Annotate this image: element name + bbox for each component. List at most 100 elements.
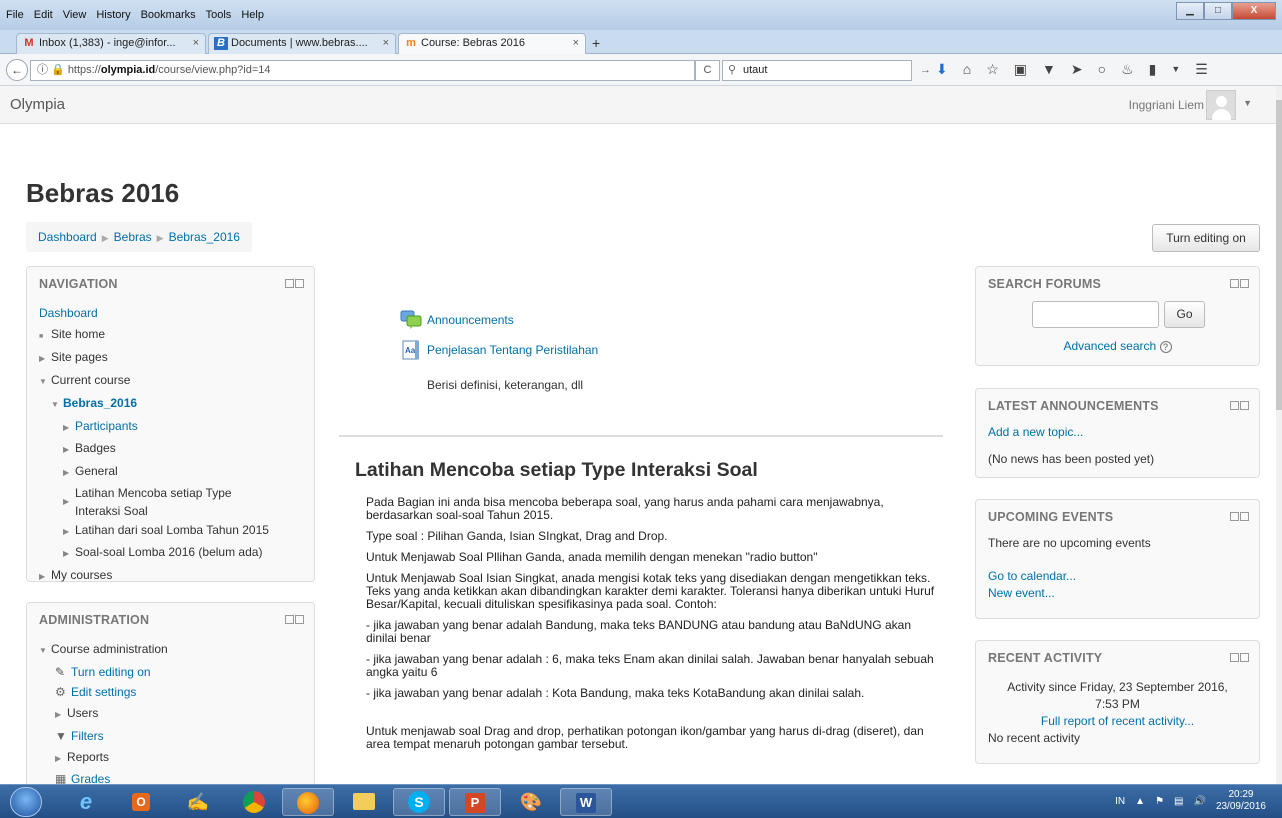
search-go-icon[interactable]: → [920,61,931,80]
nav-general[interactable]: ▶ General [39,461,269,484]
collapse-icon[interactable] [1230,653,1239,662]
back-button[interactable]: ← [6,59,28,81]
nav-current-course[interactable]: ▼ Current course [39,370,269,393]
collapse-icon[interactable] [285,279,294,288]
collapse-icon[interactable] [1230,401,1239,410]
outlook-icon[interactable]: O [115,788,167,816]
menu-edit[interactable]: Edit [34,9,53,21]
block-controls[interactable] [1229,512,1249,523]
site-name[interactable]: Olympia [10,96,65,113]
advanced-search-link[interactable]: Advanced search [1063,339,1156,353]
breadcrumb-dashboard[interactable]: Dashboard [38,230,97,244]
chrome-icon[interactable] [228,788,280,816]
advanced-search[interactable]: Advanced search ? [976,339,1259,353]
minimize-button[interactable]: ▁ [1176,2,1204,20]
page-scrollbar[interactable] [1276,86,1282,784]
firefox-icon[interactable] [282,788,334,816]
block-controls[interactable] [1229,279,1249,290]
menu-help[interactable]: Help [241,9,264,21]
download-icon[interactable]: ⬇ [936,61,948,78]
maximize-button[interactable]: □ [1204,2,1232,20]
close-tab-icon[interactable]: × [383,34,389,53]
tab-course[interactable]: m Course: Bebras 2016 × [398,33,586,54]
search-forums-input[interactable] [1032,301,1159,328]
breadcrumb-bebras-2016[interactable]: Bebras_2016 [169,230,240,244]
nav-dashboard[interactable]: Dashboard [39,303,269,324]
full-report-link[interactable]: Full report of recent activity... [976,713,1259,730]
dock-icon[interactable] [1240,401,1249,410]
turn-editing-on-button[interactable]: Turn editing on [1152,224,1260,252]
nav-participants[interactable]: ▶ Participants [39,416,269,439]
dock-icon[interactable] [295,615,304,624]
bookmark-star-icon[interactable]: ☆ [986,61,999,78]
nav-site-home[interactable]: ■ Site home [39,324,269,348]
tray-expand-icon[interactable]: ▲ [1135,796,1145,807]
new-event-link[interactable]: New event... [988,586,1055,600]
dock-icon[interactable] [1240,512,1249,521]
nav-bebras-2016[interactable]: ▼ Bebras_2016 [39,393,269,416]
admin-users[interactable]: ▶ Users [39,703,168,726]
menu-view[interactable]: View [63,9,87,21]
nav-latihan-2015[interactable]: ▶ Latihan dari soal Lomba Tahun 2015 [39,520,269,543]
collapse-icon[interactable] [1230,279,1239,288]
block-controls[interactable] [284,615,304,626]
nav-my-courses[interactable]: ▶ My courses [39,565,269,588]
tab-documents[interactable]: B Documents | www.bebras.... × [208,33,396,54]
scrollbar-thumb[interactable] [1276,100,1282,410]
nav-latihan-mencoba[interactable]: ▶ Latihan Mencoba setiap Type Interaksi So… [39,484,269,520]
ie-icon[interactable]: e [60,788,112,816]
skype-icon[interactable]: S [393,788,445,816]
user-name[interactable]: Inggriani Liem [1129,98,1204,112]
block-controls[interactable] [1229,401,1249,412]
dropdown-icon[interactable]: ▼ [1171,61,1180,78]
volume-icon[interactable]: 🔊 [1193,796,1205,807]
url-bar[interactable]: ⓘ 🔒 https://olympia.id/course/view.php?i… [30,60,695,81]
powerpoint-icon[interactable]: P [449,788,501,816]
admin-turn-editing-on[interactable]: ✎ Turn editing on [39,662,168,683]
flag-icon[interactable]: ⚑ [1155,796,1164,807]
admin-filters[interactable]: ▼ Filters [39,726,168,747]
tab-inbox[interactable]: M Inbox (1,383) - inge@infor... × [16,33,206,54]
close-tab-icon[interactable]: × [573,34,579,53]
collapse-icon[interactable] [1230,512,1239,521]
search-bar[interactable]: ⚲ utaut → [722,60,931,81]
block-controls[interactable] [284,279,304,290]
menu-history[interactable]: History [96,9,130,21]
network-icon[interactable]: ✍ [172,788,224,816]
menu-file[interactable]: File [6,9,24,21]
nav-badges[interactable]: ▶ Badges [39,438,269,461]
add-new-topic-link[interactable]: Add a new topic... [988,425,1083,439]
send-icon[interactable]: ➤ [1071,61,1083,78]
menu-icon[interactable]: ☰ [1195,61,1208,78]
sidebar-icon[interactable]: ▮ [1149,61,1157,78]
breadcrumb-bebras[interactable]: Bebras [114,230,152,244]
block-controls[interactable] [1229,653,1249,664]
chat-icon[interactable]: ○ [1098,61,1106,78]
admin-edit-settings[interactable]: ⚙ Edit settings [39,682,168,703]
activity-announcements[interactable]: Announcements [400,308,514,332]
new-tab-button[interactable]: + [592,35,600,51]
dock-icon[interactable] [295,279,304,288]
go-to-calendar-link[interactable]: Go to calendar... [988,569,1076,583]
help-icon[interactable]: ? [1159,341,1172,353]
collapse-icon[interactable] [285,615,294,624]
dock-icon[interactable] [1240,279,1249,288]
admin-reports[interactable]: ▶ Reports [39,747,168,770]
network-tray-icon[interactable]: ▤ [1174,796,1183,807]
activity-link[interactable]: Penjelasan Tentang Peristilahan [427,343,598,357]
menu-tools[interactable]: Tools [206,9,232,21]
word-icon[interactable]: W [560,788,612,816]
activity-link[interactable]: Announcements [427,313,514,327]
user-menu-caret-icon[interactable]: ▼ [1243,98,1252,108]
start-button[interactable] [10,787,42,817]
admin-course-administration[interactable]: ▼ Course administration [39,639,168,662]
home-icon[interactable]: ⌂ [963,61,971,78]
dock-icon[interactable] [1240,653,1249,662]
reload-button[interactable]: C [695,60,720,81]
menu-bookmarks[interactable]: Bookmarks [141,9,196,21]
nav-site-pages[interactable]: ▶ Site pages [39,347,269,370]
pocket-icon[interactable]: ▼ [1042,61,1056,78]
language-indicator[interactable]: IN [1115,796,1125,807]
paint-icon[interactable]: 🎨 [505,788,557,816]
file-explorer-icon[interactable] [338,788,390,816]
